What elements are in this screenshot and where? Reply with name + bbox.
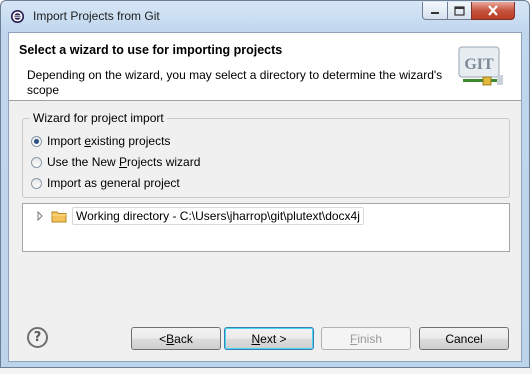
close-icon [488,5,498,16]
radio-label: Use the New Projects wizard [47,155,201,169]
radio-label: Import existing projects [47,134,171,148]
close-button[interactable] [471,2,515,20]
minimize-button[interactable] [422,2,448,20]
radio-button-checked[interactable] [31,135,42,147]
back-button[interactable]: < Back [131,327,221,350]
tree-item-label: Working directory - C:\Users\jharrop\git… [72,207,364,225]
radio-new-projects-wizard[interactable]: Use the New Projects wizard [31,155,200,169]
folder-icon [51,211,67,222]
maximize-button[interactable] [447,2,472,20]
banner-description: Depending on the wizard, you may select … [27,68,443,97]
wizard-group-label: Wizard for project import [30,111,167,125]
directory-tree[interactable]: Working directory - C:\Users\jharrop\git… [22,203,510,252]
title-bar[interactable]: Import Projects from Git [1,1,529,31]
radio-import-existing[interactable]: Import existing projects [31,134,170,148]
import-dialog: Import Projects from Git Select a wizard… [0,0,530,368]
radio-button[interactable] [31,177,42,189]
cancel-button[interactable]: Cancel [419,327,509,350]
tree-item-working-directory[interactable]: Working directory - C:\Users\jharrop\git… [35,207,364,225]
tree-expander-icon[interactable] [35,211,45,221]
dialog-client-area: Select a wizard to use for importing pro… [8,32,522,362]
finish-button[interactable]: Finish [321,327,411,350]
radio-import-general[interactable]: Import as general project [31,176,180,190]
wizard-banner: Select a wizard to use for importing pro… [9,33,521,101]
radio-label: Import as general project [47,176,180,190]
minimize-icon [431,11,439,14]
help-icon: ? [33,330,42,345]
banner-title: Select a wizard to use for importing pro… [19,43,283,57]
help-button[interactable]: ? [27,327,48,348]
eclipse-icon [10,9,25,24]
radio-button[interactable] [31,156,42,168]
git-logo-icon: GIT [458,46,503,86]
window-title: Import Projects from Git [33,9,160,23]
next-button[interactable]: Next > [224,327,314,350]
git-logo-text: GIT [464,56,494,73]
maximize-icon [454,5,465,16]
